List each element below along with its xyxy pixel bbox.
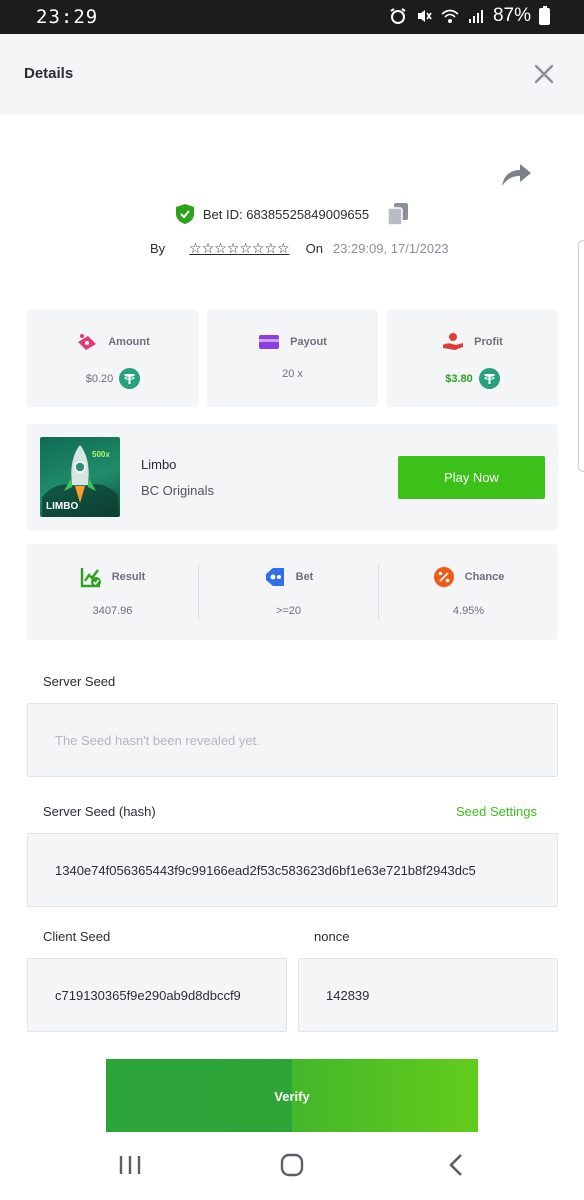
- game-thumbnail[interactable]: 500x LIMBO: [40, 437, 120, 517]
- money-icon: [78, 334, 97, 350]
- bet-label: Bet: [295, 571, 314, 583]
- status-icons: 87%: [389, 5, 550, 27]
- close-icon[interactable]: [532, 62, 556, 86]
- play-now-button[interactable]: Play Now: [398, 456, 545, 499]
- nonce-label: nonce: [314, 929, 350, 944]
- alarm-icon: [390, 8, 406, 24]
- client-seed-label: Client Seed: [43, 929, 111, 944]
- game-provider: BC Originals: [141, 483, 214, 498]
- profit-card: Profit $3.80: [387, 310, 558, 407]
- chance-col: Chance 4.95%: [379, 544, 558, 640]
- tether-icon: [478, 368, 500, 389]
- share-icon[interactable]: [500, 160, 532, 188]
- server-seed-field: The Seed hasn't been revealed yet.: [27, 703, 558, 777]
- by-row: By ☆☆☆☆☆☆☆☆ On 23:29:09, 17/1/2023: [150, 240, 449, 257]
- server-hash-field[interactable]: 1340e74f056365443f9c99166ead2f53c583623d…: [27, 833, 558, 907]
- amount-card: Amount $0.20: [27, 310, 199, 407]
- home-icon[interactable]: [272, 1150, 312, 1180]
- page-title: Details: [24, 65, 74, 82]
- wifi-icon: [441, 9, 459, 23]
- server-hash-label: Server Seed (hash): [43, 804, 156, 819]
- result-label: Result: [111, 571, 146, 583]
- by-label: By: [150, 241, 166, 256]
- status-time: 23:29: [36, 6, 99, 28]
- chance-value: 4.95%: [452, 605, 485, 617]
- profit-value: $3.80: [445, 372, 473, 385]
- verify-button[interactable]: Verify: [106, 1059, 478, 1133]
- bet-datetime: 23:29:09, 17/1/2023: [332, 241, 449, 256]
- details-header: Details: [0, 34, 584, 114]
- scrollbar[interactable]: [578, 240, 584, 472]
- mute-icon: [417, 10, 432, 22]
- seed-settings-link[interactable]: Seed Settings: [456, 804, 537, 819]
- result-chart-icon: [80, 568, 101, 588]
- percent-icon: [433, 567, 454, 587]
- status-bar: 23:29 87%: [0, 0, 584, 34]
- amount-label: Amount: [108, 336, 150, 348]
- tether-icon: [119, 368, 141, 389]
- client-seed-field[interactable]: c719130365f9e290ab9d8dbccf9: [27, 958, 287, 1032]
- bet-id: Bet ID: 68385525849009655: [202, 206, 370, 222]
- bet-col: Bet >=20: [199, 544, 378, 640]
- copy-icon[interactable]: [387, 202, 409, 226]
- result-col: Result 3407.96: [27, 544, 198, 640]
- profit-hand-icon: [443, 333, 464, 350]
- back-icon[interactable]: [436, 1150, 476, 1180]
- recent-apps-icon[interactable]: [110, 1150, 150, 1180]
- game-card: 500x LIMBO Limbo BC Originals Play Now: [27, 424, 558, 530]
- server-seed-label: Server Seed: [43, 674, 116, 689]
- bet-id-row: Bet ID: 68385525849009655: [0, 202, 584, 226]
- system-nav-bar: [0, 1132, 584, 1200]
- amount-value: $0.20: [85, 372, 114, 385]
- on-label: On: [305, 241, 323, 256]
- tag-icon: [265, 568, 284, 586]
- nonce-field[interactable]: 142839: [298, 958, 558, 1032]
- payout-label: Payout: [290, 336, 327, 348]
- bet-value: >=20: [275, 605, 302, 617]
- payout-card: Payout 20 x: [207, 310, 378, 407]
- battery-icon: [539, 5, 550, 25]
- shield-check-icon: [175, 204, 194, 224]
- result-value: 3407.96: [92, 605, 133, 617]
- payout-value: 20 x: [282, 368, 303, 380]
- card-icon: [259, 335, 280, 349]
- profit-label: Profit: [474, 336, 503, 348]
- thumb-title: LIMBO: [46, 501, 78, 512]
- bettor-name[interactable]: ☆☆☆☆☆☆☆☆: [189, 240, 289, 257]
- rocket-icon: 500x LIMBO: [42, 445, 118, 517]
- game-name: Limbo: [141, 457, 177, 472]
- chance-label: Chance: [464, 571, 505, 583]
- thumb-badge: 500x: [92, 450, 110, 459]
- signal-icon: [468, 10, 483, 23]
- result-card: Result 3407.96 Bet >=20 Chance 4.95%: [27, 544, 558, 640]
- battery-percent: 87%: [492, 5, 531, 26]
